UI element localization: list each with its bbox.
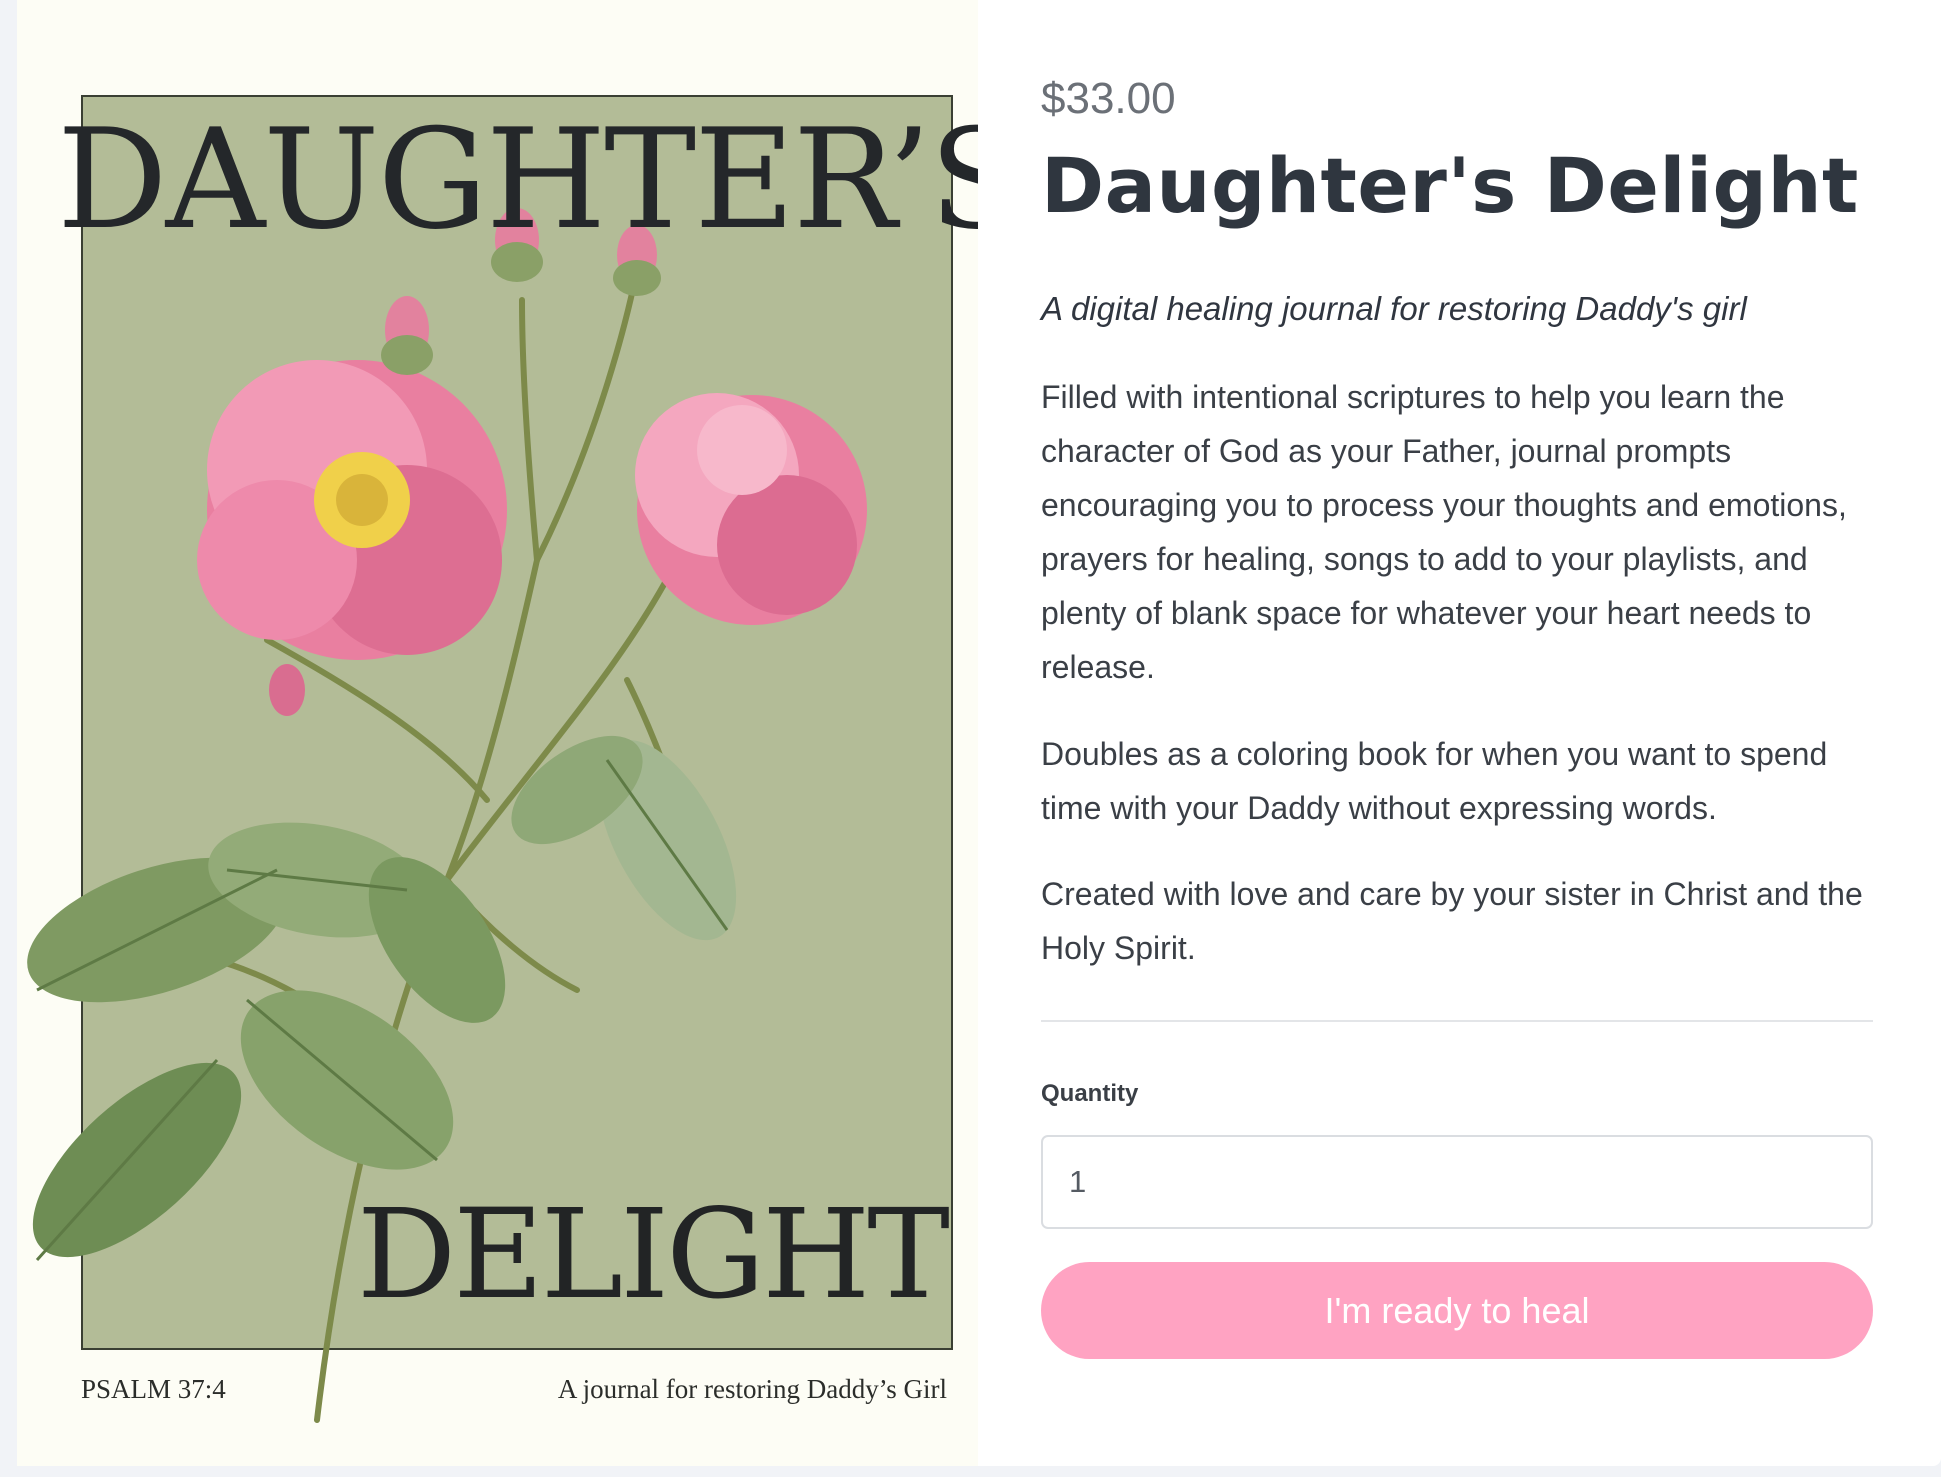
rose-right	[635, 393, 867, 625]
rose-left	[197, 360, 507, 660]
product-image[interactable]: DAUGHTER’S DELIGHT PSALM 37:4 A journal …	[17, 0, 978, 1466]
description-paragraph: Filled with intentional scriptures to he…	[1041, 379, 1847, 685]
product-subtitle: A digital healing journal for restoring …	[1041, 290, 1747, 327]
add-to-cart-button[interactable]: I'm ready to heal	[1041, 1262, 1873, 1359]
quantity-input[interactable]	[1041, 1135, 1873, 1229]
divider	[1041, 1020, 1873, 1022]
cover-tagline: A journal for restoring Daddy’s Girl	[557, 1374, 947, 1404]
cover-scripture: PSALM 37:4	[81, 1374, 226, 1404]
product-title: Daughter's Delight	[1041, 141, 1859, 230]
description-paragraph: Created with love and care by your siste…	[1041, 876, 1863, 966]
description-paragraph: Doubles as a coloring book for when you …	[1041, 736, 1828, 826]
product-price: $33.00	[1041, 74, 1176, 123]
quantity-label: Quantity	[1041, 1080, 1139, 1107]
cover-title-bottom: DELIGHT	[356, 1183, 950, 1327]
cover-title-top: DAUGHTER’S	[57, 99, 978, 260]
